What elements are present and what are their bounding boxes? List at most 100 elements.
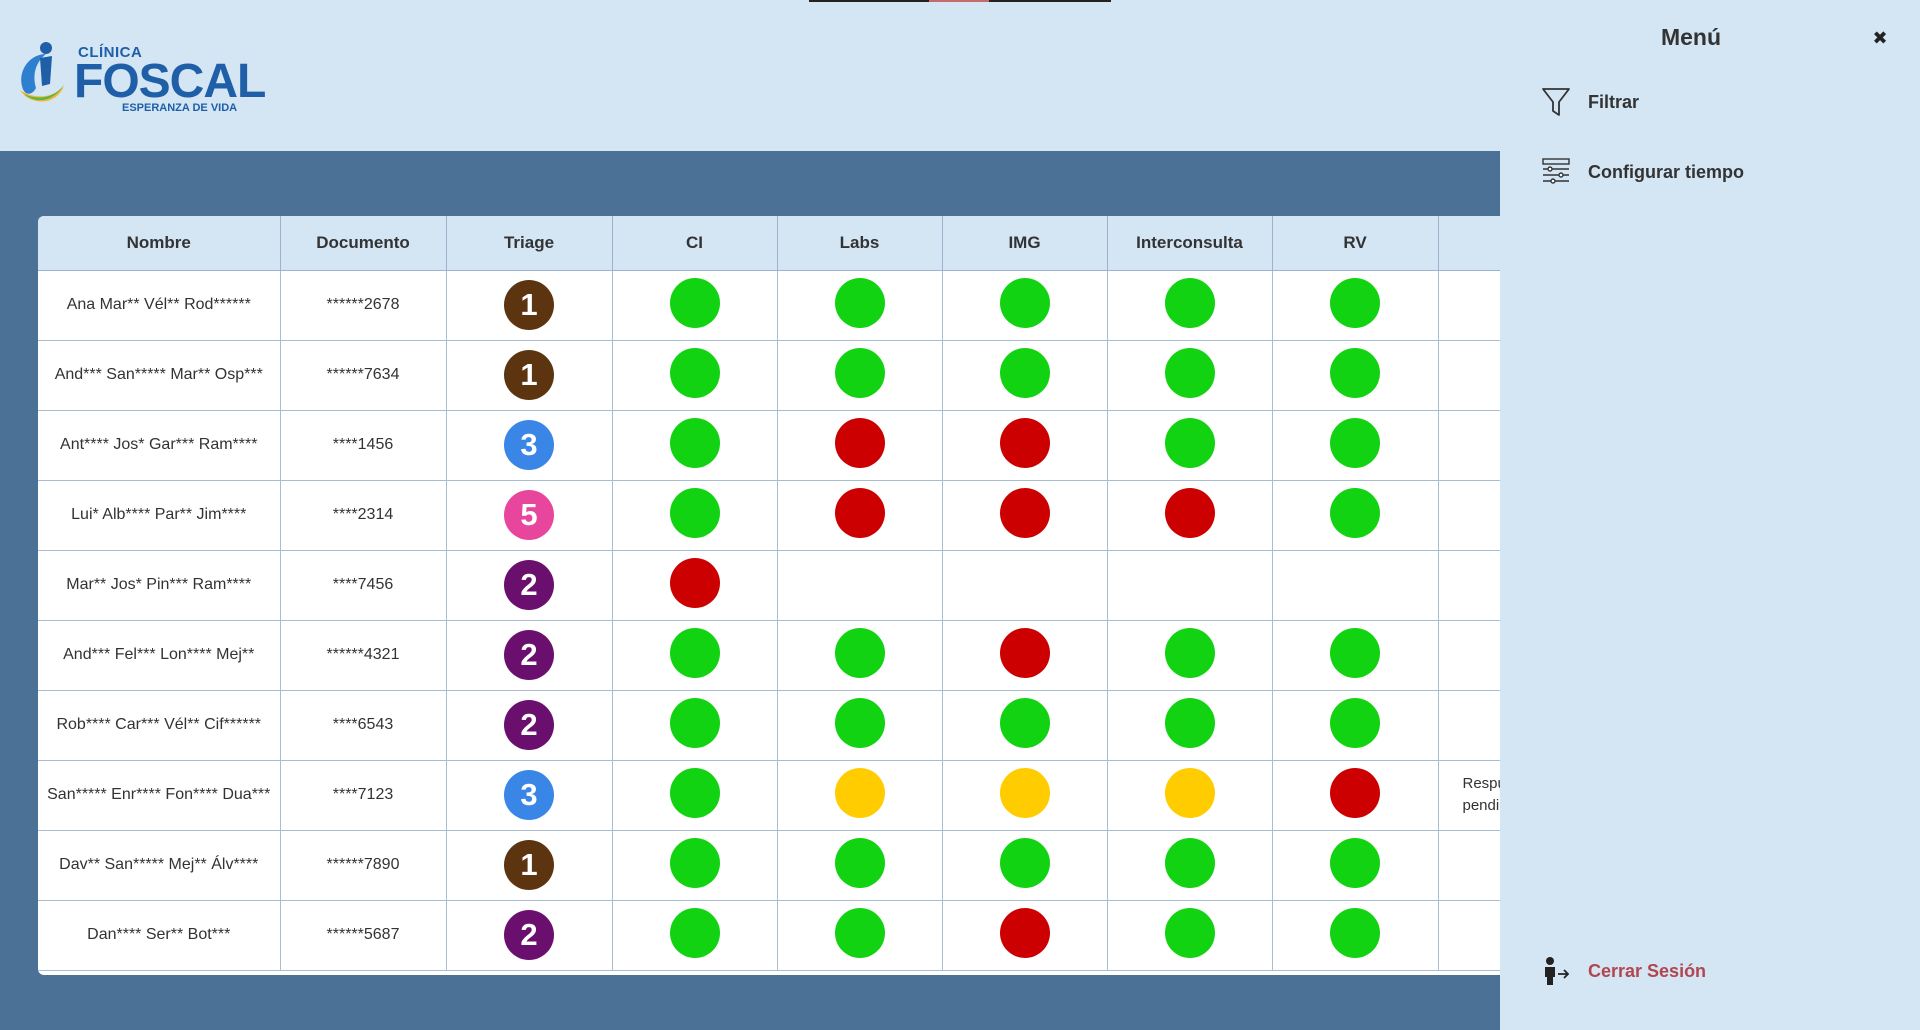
status-indicator-red bbox=[999, 487, 1050, 538]
ci-status-cell bbox=[612, 340, 778, 411]
triage-cell: 2 bbox=[446, 900, 613, 971]
column-header-nombre[interactable]: Nombre bbox=[38, 216, 281, 271]
table-row[interactable]: Ant**** Jos* Gar*** Ram**** ****1456 3 bbox=[38, 410, 1500, 481]
rv-status-cell bbox=[1272, 270, 1439, 341]
loading-indicator bbox=[809, 0, 1111, 2]
status-indicator-green bbox=[999, 347, 1050, 398]
labs-status-cell bbox=[777, 410, 943, 481]
table-row[interactable]: Rob**** Car*** Vél** Cif****** ****6543 2 bbox=[38, 690, 1500, 761]
ci-status-cell bbox=[612, 900, 778, 971]
status-indicator-red bbox=[834, 417, 885, 468]
rv-status-cell bbox=[1272, 410, 1439, 481]
status-indicator-yellow bbox=[999, 767, 1050, 818]
table-row[interactable]: And*** San***** Mar** Osp*** ******7634 1 bbox=[38, 340, 1500, 411]
status-indicator-red bbox=[669, 557, 720, 608]
triage-cell: 3 bbox=[446, 410, 613, 481]
patient-document-cell: ****1456 bbox=[280, 410, 447, 481]
table-row[interactable]: Mar** Jos* Pin*** Ram**** ****7456 2 bbox=[38, 550, 1500, 621]
patient-name-cell: San***** Enr**** Fon**** Dua*** bbox=[38, 760, 281, 831]
status-indicator-green bbox=[834, 277, 885, 328]
table-row[interactable]: Ana Mar** Vél** Rod****** ******2678 1 bbox=[38, 270, 1500, 341]
table-row[interactable]: Dan**** Ser** Bot*** ******5687 2 bbox=[38, 900, 1500, 971]
status-indicator-green bbox=[1164, 697, 1215, 748]
rv-status-cell bbox=[1272, 900, 1439, 971]
close-icon[interactable]: ✖ bbox=[1868, 26, 1892, 50]
rv-status-cell bbox=[1272, 760, 1439, 831]
ci-status-cell bbox=[612, 270, 778, 341]
status-indicator-green bbox=[669, 907, 720, 958]
status-indicator-green bbox=[834, 347, 885, 398]
patient-document-cell: ****2314 bbox=[280, 480, 447, 551]
column-header-rv[interactable]: RV bbox=[1272, 216, 1439, 271]
table-row[interactable]: Lui* Alb**** Par** Jim**** ****2314 5 bbox=[38, 480, 1500, 551]
status-indicator-red bbox=[999, 417, 1050, 468]
ci-status-cell bbox=[612, 550, 778, 621]
patient-name-cell: Rob**** Car*** Vél** Cif****** bbox=[38, 690, 281, 761]
interconsulta-status-cell bbox=[1107, 340, 1273, 411]
status-indicator-green bbox=[1330, 277, 1380, 328]
column-header-labs[interactable]: Labs bbox=[777, 216, 943, 271]
status-indicator-green bbox=[669, 417, 720, 468]
triage-badge: 2 bbox=[504, 630, 554, 680]
extra-status-cell bbox=[1438, 410, 1500, 481]
triage-badge: 1 bbox=[504, 350, 554, 400]
patient-name-cell: And*** San***** Mar** Osp*** bbox=[38, 340, 281, 411]
rv-status-cell bbox=[1272, 480, 1439, 551]
labs-status-cell bbox=[777, 340, 943, 411]
column-header-documento[interactable]: Documento bbox=[280, 216, 447, 271]
status-indicator-green bbox=[1164, 417, 1215, 468]
ci-status-cell bbox=[612, 620, 778, 691]
interconsulta-status-cell bbox=[1107, 410, 1273, 481]
sliders-icon bbox=[1540, 156, 1572, 188]
column-header-ci[interactable]: CI bbox=[612, 216, 778, 271]
status-indicator-green bbox=[1330, 627, 1380, 678]
labs-status-cell bbox=[777, 620, 943, 691]
ci-status-cell bbox=[612, 830, 778, 901]
content-area: Nombre Documento Triage CI Labs IMG Inte… bbox=[0, 151, 1500, 1030]
table-row[interactable]: San***** Enr**** Fon**** Dua*** ****7123 3… bbox=[38, 760, 1500, 831]
column-header-triage[interactable]: Triage bbox=[446, 216, 613, 271]
header: CLÍNICA FOSCAL ESPERANZA DE VIDA bbox=[0, 0, 1500, 151]
interconsulta-status-cell bbox=[1107, 690, 1273, 761]
triage-badge: 1 bbox=[504, 840, 554, 890]
triage-cell: 1 bbox=[446, 340, 613, 411]
ci-status-cell bbox=[612, 480, 778, 551]
patient-name-cell: Ana Mar** Vél** Rod****** bbox=[38, 270, 281, 341]
img-status-cell bbox=[942, 270, 1108, 341]
status-indicator-green bbox=[1330, 907, 1380, 958]
status-indicator-green bbox=[669, 627, 720, 678]
logo-tagline-text: ESPERANZA DE VIDA bbox=[122, 102, 238, 114]
labs-status-cell bbox=[777, 760, 943, 831]
triage-cell: 5 bbox=[446, 480, 613, 551]
rv-status-cell bbox=[1272, 340, 1439, 411]
status-indicator-red bbox=[999, 907, 1050, 958]
column-header-img[interactable]: IMG bbox=[942, 216, 1108, 271]
column-header-interconsulta[interactable]: Interconsulta bbox=[1107, 216, 1273, 271]
rv-status-cell bbox=[1272, 620, 1439, 691]
foscal-logo: CLÍNICA FOSCAL ESPERANZA DE VIDA bbox=[12, 40, 282, 120]
status-indicator-green bbox=[669, 277, 720, 328]
logout-label: Cerrar Sesión bbox=[1588, 960, 1707, 981]
img-status-cell bbox=[942, 550, 1108, 621]
filter-icon bbox=[1540, 86, 1572, 118]
interconsulta-status-cell bbox=[1107, 480, 1273, 551]
triage-cell: 3 bbox=[446, 760, 613, 831]
status-indicator-green bbox=[669, 487, 720, 538]
labs-status-cell bbox=[777, 900, 943, 971]
menu-item-configurar-tiempo[interactable]: Configurar tiempo bbox=[1540, 156, 1744, 188]
extra-status-cell bbox=[1438, 900, 1500, 971]
labs-status-cell bbox=[777, 830, 943, 901]
status-indicator-green bbox=[1164, 907, 1215, 958]
logout-button[interactable]: Cerrar Sesión bbox=[1540, 955, 1706, 987]
status-indicator-yellow bbox=[1164, 767, 1215, 818]
status-indicator-green bbox=[1330, 837, 1380, 888]
labs-status-cell bbox=[777, 690, 943, 761]
img-status-cell bbox=[942, 760, 1108, 831]
table-row[interactable]: And*** Fel*** Lon**** Mej** ******4321 2 bbox=[38, 620, 1500, 691]
menu-item-filtrar[interactable]: Filtrar bbox=[1540, 86, 1639, 118]
status-indicator-green bbox=[669, 837, 720, 888]
patient-document-cell: ****6543 bbox=[280, 690, 447, 761]
patient-name-cell: Dav** San***** Mej** Álv**** bbox=[38, 830, 281, 901]
status-indicator-red bbox=[834, 487, 885, 538]
table-row[interactable]: Dav** San***** Mej** Álv**** ******7890 1 bbox=[38, 830, 1500, 901]
